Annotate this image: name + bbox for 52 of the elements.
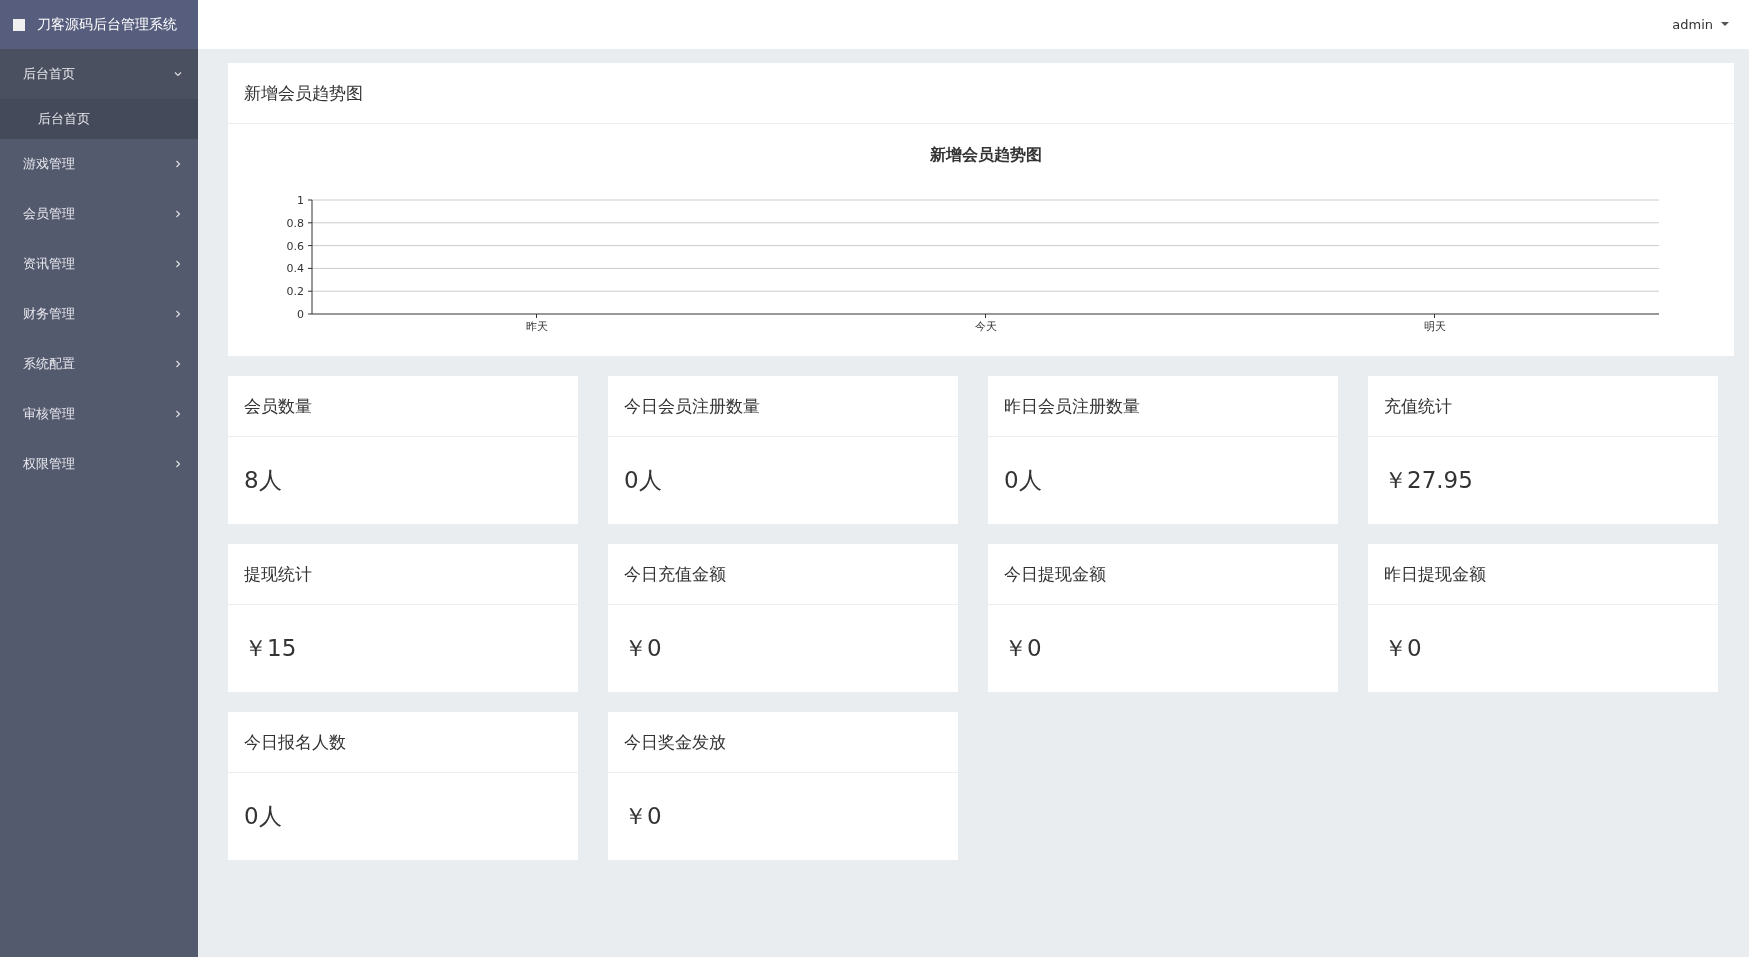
stat-value: 8人 (243, 466, 283, 495)
chevron-right-icon (174, 210, 182, 218)
stat-title: 今日充值金额 (608, 544, 958, 605)
stat-title: 充值统计 (1368, 376, 1718, 437)
stat-value: ￥15 (243, 634, 298, 663)
stat-value: ￥0 (1003, 634, 1043, 663)
chevron-right-icon (174, 410, 182, 418)
user-menu[interactable]: admin (1672, 17, 1729, 32)
chart-title: 新增会员趋势图 (929, 145, 1042, 164)
sidebar-item[interactable]: 财务管理 (0, 289, 198, 339)
chevron-right-icon (174, 160, 182, 168)
stat-value: ￥0 (623, 634, 663, 663)
chevron-right-icon (174, 260, 182, 268)
stat-value: ￥0 (1383, 634, 1423, 663)
sidebar-item[interactable]: 后台首页 (0, 49, 198, 99)
x-tick-label: 今天 (974, 320, 997, 333)
y-tick-label: 1 (297, 194, 304, 207)
stat-title: 会员数量 (228, 376, 578, 437)
y-tick-label: 0.8 (286, 216, 304, 230)
sidebar-item[interactable]: 游戏管理 (0, 139, 198, 189)
chevron-right-icon (174, 310, 182, 318)
chevron-down-icon (174, 70, 182, 78)
stat-title: 今日会员注册数量 (608, 376, 958, 437)
logo-icon (13, 18, 25, 31)
y-tick-label: 0.4 (286, 262, 304, 276)
sidebar-item[interactable]: 审核管理 (0, 389, 198, 439)
stat-value: 0人 (623, 466, 663, 495)
chevron-right-icon (174, 460, 182, 468)
stat-value: ￥0 (623, 802, 663, 831)
panel-heading: 新增会员趋势图 (228, 63, 1734, 124)
chevron-right-icon (174, 360, 182, 368)
stat-title: 昨日提现金额 (1368, 544, 1718, 605)
stat-value: 0人 (243, 802, 283, 831)
sidebar-item[interactable]: 系统配置 (0, 339, 198, 389)
stat-title: 今日奖金发放 (608, 712, 958, 773)
stat-value: ￥27.95 (1383, 466, 1474, 495)
sidebar-item[interactable]: 权限管理 (0, 439, 198, 489)
y-tick-label: 0.6 (286, 239, 304, 253)
stat-title: 今日提现金额 (988, 544, 1338, 605)
stat-value: 0人 (1003, 466, 1043, 495)
caret-down-icon (1721, 22, 1729, 27)
y-tick-label: 0.2 (286, 285, 304, 299)
sidebar-item[interactable]: 会员管理 (0, 189, 198, 239)
x-tick-label: 明天 (1423, 320, 1446, 333)
stat-title: 提现统计 (228, 544, 578, 605)
x-tick-label: 昨天 (525, 320, 548, 333)
sidebar-subitem[interactable]: 后台首页 (0, 99, 198, 139)
stat-title: 昨日会员注册数量 (988, 376, 1338, 437)
sidebar-item[interactable]: 资讯管理 (0, 239, 198, 289)
y-tick-label: 0 (297, 308, 304, 321)
stat-title: 今日报名人数 (228, 712, 578, 773)
app-title: 刀客源码后台管理系统 (37, 15, 177, 34)
